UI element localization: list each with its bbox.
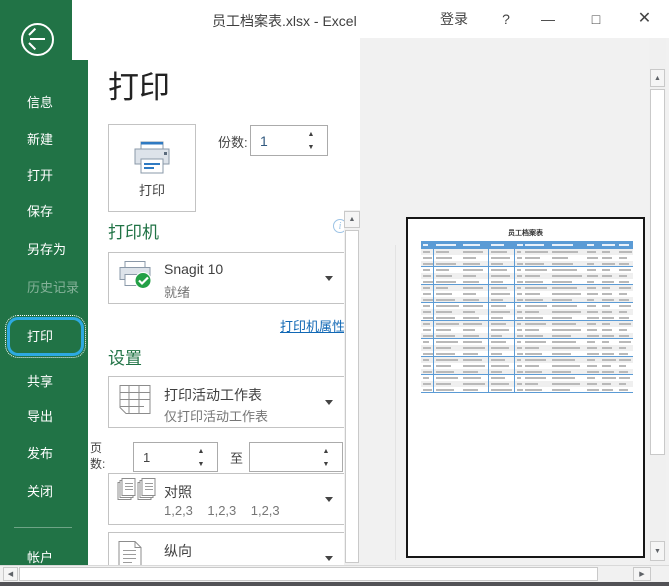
printer-section-heading: 打印机 (108, 218, 159, 243)
preview-table (421, 241, 633, 393)
copies-label: 份数: (218, 132, 248, 151)
maximize-button[interactable]: □ (572, 0, 620, 38)
minimize-button[interactable]: — (524, 0, 572, 38)
print-what-selector[interactable]: 打印活动工作表 仅打印活动工作表 (108, 376, 345, 428)
printer-icon (131, 141, 173, 177)
sidebar-item-publish[interactable]: 发布 (0, 442, 88, 466)
horizontal-scrollbar-thumb[interactable] (19, 567, 598, 581)
sidebar-item-new[interactable]: 新建 (0, 128, 88, 152)
printer-properties-link[interactable]: 打印机属性 (280, 316, 345, 335)
preview-table-header (421, 241, 633, 249)
back-button[interactable] (21, 23, 54, 56)
scroll-left-icon[interactable]: ◀ (3, 567, 18, 581)
pages-label: 页数: (90, 440, 112, 472)
pages-to-up-icon[interactable]: ▲ (319, 445, 333, 458)
sidebar-item-export[interactable]: 导出 (0, 405, 88, 429)
pages-from-stepper[interactable]: 1 ▲ ▼ (133, 442, 218, 472)
settings-scrollbar[interactable]: ▲ (344, 210, 360, 565)
sidebar-item-saveas[interactable]: 另存为 (0, 238, 88, 262)
page-title: 打印 (108, 62, 170, 107)
chevron-down-icon (325, 497, 333, 502)
printer-name: Snagit 10 (164, 261, 223, 277)
preview-page: 员工档案表 (406, 217, 645, 558)
sidebar-item-print[interactable]: 打印 (0, 325, 88, 349)
copies-value: 1 (260, 133, 268, 149)
sidebar-item-open[interactable]: 打开 (0, 164, 88, 188)
print-what-subtitle: 仅打印活动工作表 (164, 406, 268, 425)
pages-from-value: 1 (143, 450, 150, 465)
preview-margin-line (395, 245, 396, 560)
collation-subtitle: 1,2,3 1,2,3 1,2,3 (164, 503, 280, 518)
scroll-up-icon[interactable]: ▲ (650, 69, 665, 87)
printer-status: 就绪 (164, 282, 190, 301)
settings-scrollbar-thumb[interactable] (345, 230, 359, 563)
orientation-title: 纵向 (164, 541, 192, 561)
window-border (0, 582, 669, 586)
copies-stepper[interactable]: 1 ▲ ▼ (250, 125, 328, 156)
chevron-down-icon (325, 556, 333, 561)
collation-title: 对照 (164, 482, 192, 502)
pages-to-label: 至 (230, 448, 243, 467)
print-button[interactable]: 打印 (108, 124, 196, 212)
print-button-label: 打印 (109, 180, 195, 199)
sidebar-item-share[interactable]: 共享 (0, 370, 88, 394)
collate-icon (117, 478, 157, 521)
close-button[interactable]: ✕ (620, 0, 669, 38)
chevron-down-icon (325, 276, 333, 281)
printer-selector[interactable]: Snagit 10 就绪 (108, 252, 345, 304)
titlebar: 员工档案表.xlsx - Excel 登录 ? — □ ✕ (72, 0, 669, 38)
sidebar-item-history: 历史记录 (0, 276, 88, 300)
chevron-down-icon (325, 400, 333, 405)
sidebar-item-account[interactable]: 帐户 (0, 546, 88, 565)
copies-down-icon[interactable]: ▼ (304, 141, 318, 154)
window-title: 员工档案表.xlsx - Excel (212, 11, 357, 31)
copies-up-icon[interactable]: ▲ (304, 128, 318, 141)
preview-page-title: 员工档案表 (408, 228, 643, 238)
sign-in-button[interactable]: 登录 (424, 0, 484, 38)
scroll-down-icon[interactable]: ▼ (650, 541, 665, 561)
excel-backstage-window: 员工档案表 员工档案表.xlsx - Excel 登录 ? — □ ✕ 信息 新… (0, 0, 669, 586)
horizontal-scrollbar[interactable]: ◀ ▶ (0, 565, 669, 582)
worksheet-icon (117, 385, 153, 420)
pages-to-stepper[interactable]: ▲ ▼ (249, 442, 343, 472)
print-preview-pane: 员工档案表 (360, 38, 669, 565)
sidebar-item-save[interactable]: 保存 (0, 200, 88, 224)
pages-to-down-icon[interactable]: ▼ (319, 458, 333, 471)
printer-ready-icon (117, 260, 155, 297)
preview-scrollbar[interactable]: ▲ ▼ (649, 38, 666, 565)
scroll-right-icon[interactable]: ▶ (633, 567, 651, 581)
preview-scrollbar-thumb[interactable] (650, 89, 665, 455)
preview-table-row (421, 387, 633, 393)
sidebar-item-info[interactable]: 信息 (0, 91, 88, 115)
backstage-sidebar: 信息 新建 打开 保存 另存为 历史记录 打印 共享 导出 发布 关闭 帐户 (0, 0, 88, 565)
back-arrow-icon (30, 38, 45, 40)
collation-selector[interactable]: 对照 1,2,3 1,2,3 1,2,3 (108, 473, 345, 525)
pages-from-up-icon[interactable]: ▲ (194, 445, 208, 458)
scroll-up-icon[interactable]: ▲ (344, 211, 360, 228)
print-what-title: 打印活动工作表 (164, 385, 262, 405)
sidebar-item-close-file[interactable]: 关闭 (0, 480, 88, 504)
settings-section-heading: 设置 (108, 344, 142, 369)
help-button[interactable]: ? (484, 0, 528, 38)
sidebar-divider (14, 527, 72, 528)
pages-from-down-icon[interactable]: ▼ (194, 458, 208, 471)
